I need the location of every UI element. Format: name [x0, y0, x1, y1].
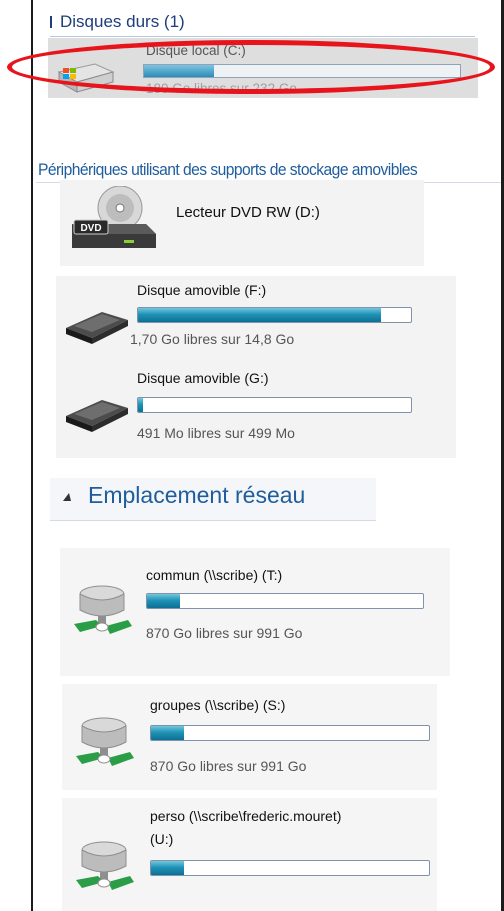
- explorer-computer-view: Disques durs (1) Disque local (C:) 180 G…: [0, 0, 504, 911]
- drive-g-usage-bar: [137, 397, 412, 413]
- drive-f-free-space: 1,70 Go libres sur 14,8 Go: [130, 331, 295, 347]
- network-group-title: Emplacement réseau: [88, 482, 306, 508]
- hard-drives-group-header[interactable]: Disques durs (1): [50, 12, 185, 32]
- drive-u-usage-bar: [150, 860, 430, 876]
- hard-drives-group-divider: [50, 36, 475, 37]
- drive-u-usage-fill: [151, 861, 185, 875]
- drive-g-free-space: 491 Mo libres sur 499 Mo: [137, 425, 295, 441]
- drive-s-free-space: 870 Go libres sur 991 Go: [150, 758, 307, 774]
- drive-f-usage-bar: [137, 307, 412, 323]
- usb-drive-icon: [66, 312, 128, 344]
- removable-group-title[interactable]: Périphériques utilisant des supports de …: [38, 160, 418, 180]
- left-frame-border: [31, 0, 33, 911]
- drive-f-name[interactable]: Disque amovible (F:): [137, 282, 266, 298]
- dvd-badge: DVD: [80, 223, 101, 234]
- drive-s-usage-fill: [151, 726, 185, 740]
- network-drive-icon: [76, 717, 134, 766]
- network-drive-icon: [74, 585, 132, 634]
- dvd-drive-icon: DVD: [72, 186, 156, 248]
- drive-u-name: perso (\\scribe\frederic.mouret): [150, 808, 342, 824]
- highlight-annotation-ellipse: [7, 40, 495, 94]
- collapse-triangle-icon[interactable]: [63, 493, 71, 501]
- group-tick-icon: [50, 16, 52, 28]
- usb-drive-icon: [66, 400, 128, 432]
- drive-t-name: commun (\\scribe) (T:): [146, 567, 283, 583]
- drive-t-free-space: 870 Go libres sur 991 Go: [146, 625, 303, 641]
- drive-f-usage-fill: [138, 308, 381, 322]
- hard-drives-group-title: Disques durs (1): [60, 12, 185, 31]
- drive-s-usage-bar: [150, 725, 430, 741]
- drive-t-usage-fill: [147, 594, 181, 608]
- drive-d-name: Lecteur DVD RW (D:): [176, 204, 320, 221]
- drive-u-name-line2: (U:): [150, 831, 174, 847]
- drive-s-name: groupes (\\scribe) (S:): [150, 697, 286, 713]
- drive-t-usage-bar: [146, 593, 424, 609]
- network-drive-icon: [76, 841, 134, 890]
- drive-g-usage-fill: [138, 398, 144, 412]
- drive-g-name[interactable]: Disque amovible (G:): [137, 370, 269, 386]
